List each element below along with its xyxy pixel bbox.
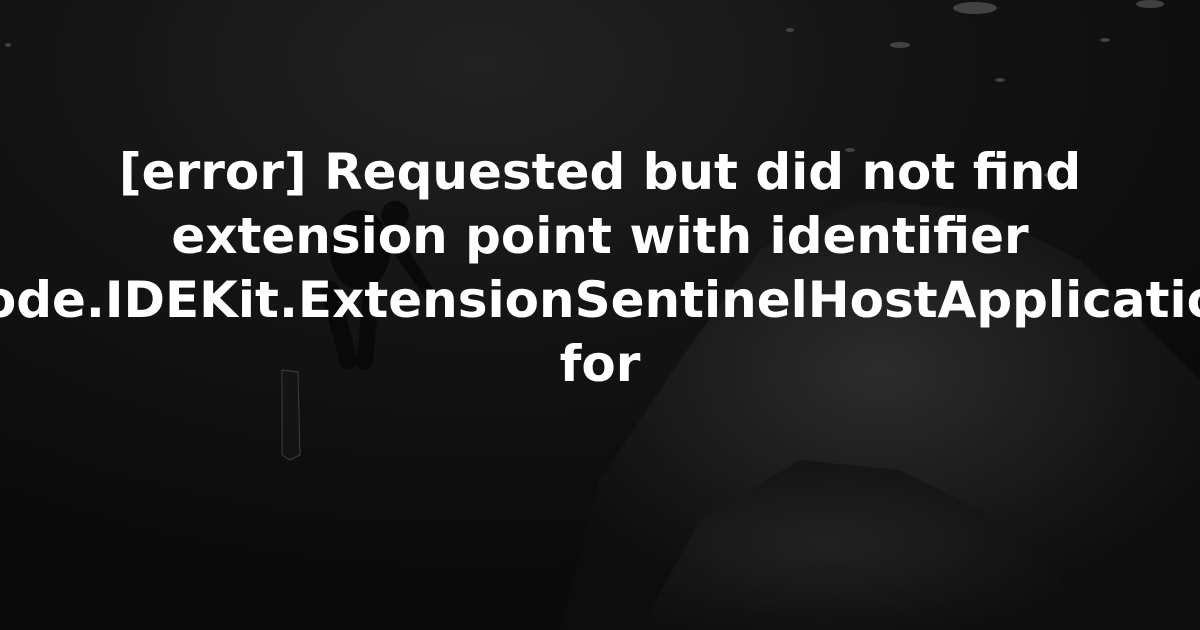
error-title-container: [error] Requested but did not find exten… bbox=[0, 140, 1200, 480]
title-line-4: for bbox=[559, 335, 641, 393]
error-title: [error] Requested but did not find exten… bbox=[0, 140, 1200, 396]
title-line-1: [error] Requested but did not find bbox=[118, 143, 1082, 201]
title-line-3: Xcode.IDEKit.ExtensionSentinelHostApplic… bbox=[0, 271, 1200, 329]
social-card: [error] Requested but did not find exten… bbox=[0, 0, 1200, 630]
title-line-2: extension point with identifier bbox=[171, 207, 1029, 265]
